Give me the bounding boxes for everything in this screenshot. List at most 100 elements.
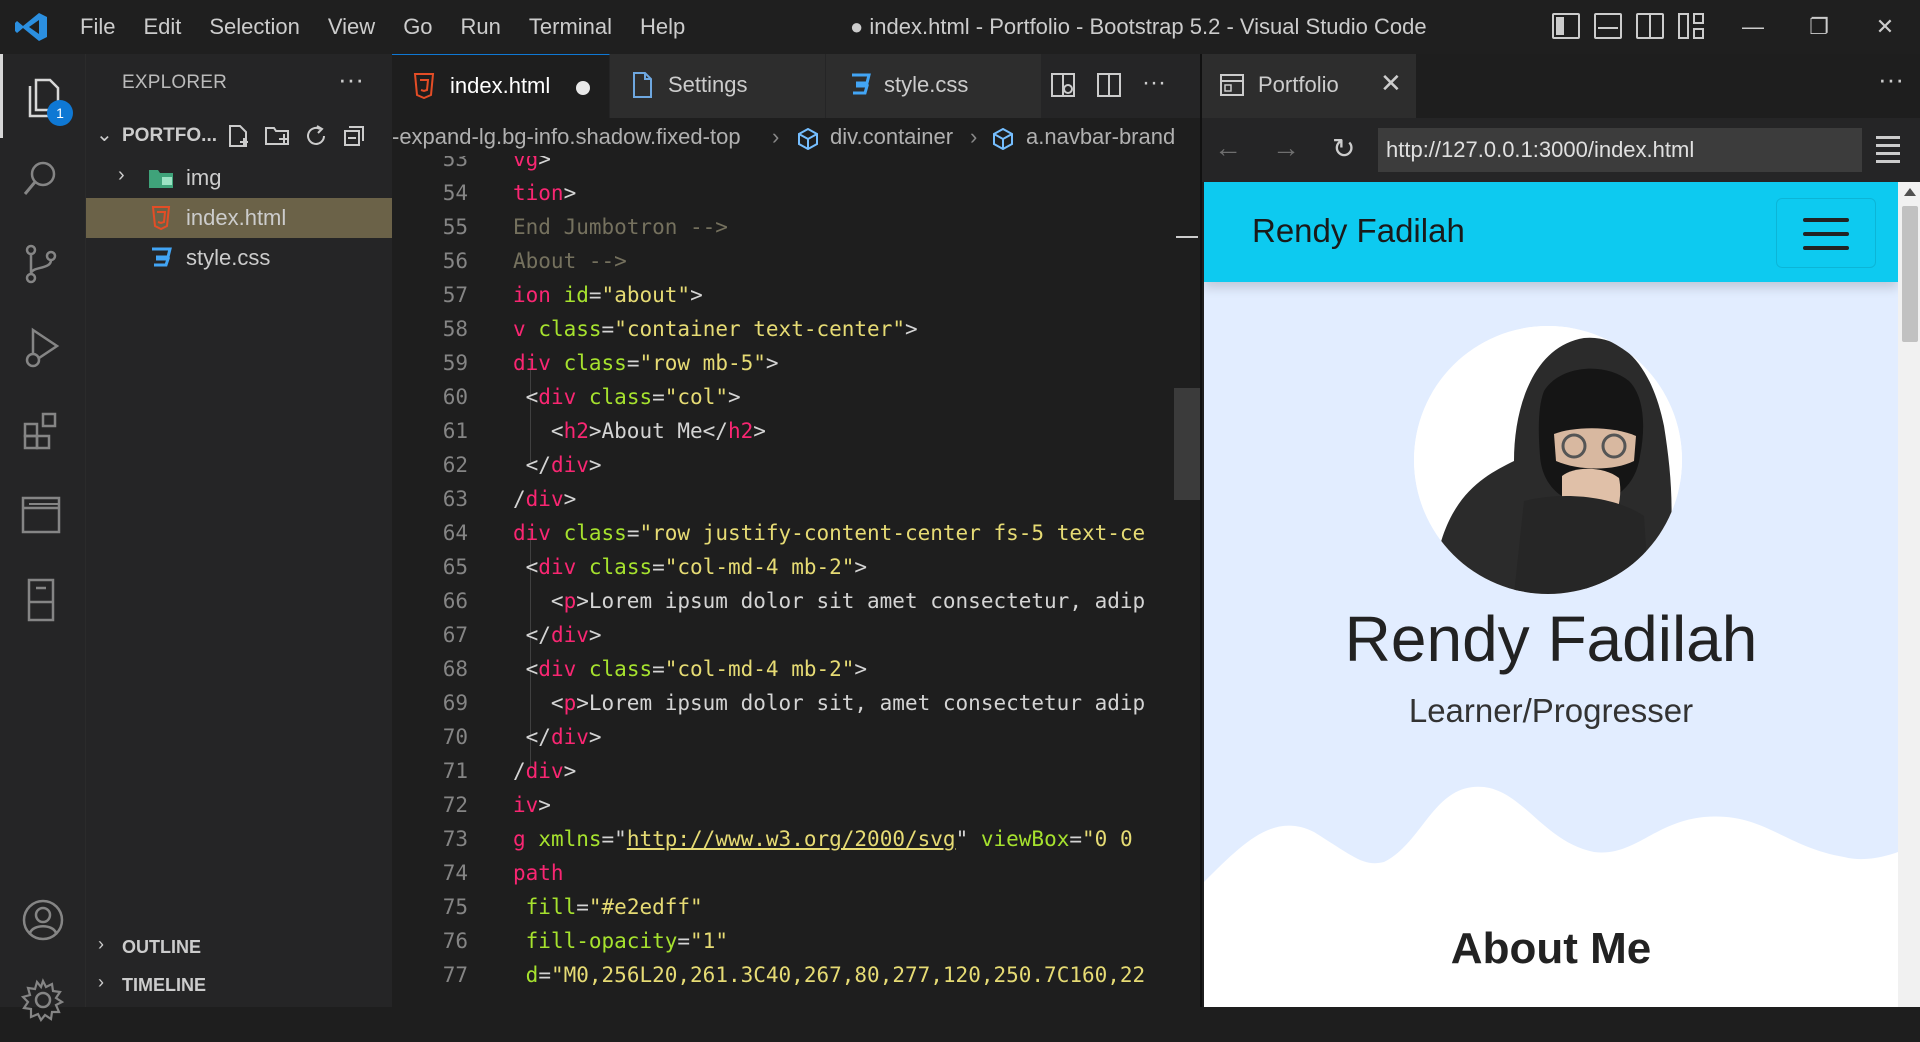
code-token: d xyxy=(525,963,539,987)
chevron-down-icon: ⌄ xyxy=(96,124,113,146)
tab-index-html[interactable]: index.html xyxy=(392,54,610,118)
code-token: div xyxy=(513,521,551,545)
extensions-activity[interactable] xyxy=(0,390,86,474)
minimize-button[interactable]: — xyxy=(1720,0,1786,54)
outline-section-header[interactable]: › OUTLINE xyxy=(86,928,392,966)
menu-file[interactable]: File xyxy=(66,0,129,54)
collapse-folders-icon[interactable] xyxy=(342,124,368,148)
code-token: = xyxy=(601,317,615,341)
code-token: div xyxy=(538,555,577,579)
code-token: < xyxy=(513,657,539,681)
line-number: 57 xyxy=(442,283,468,307)
code-token[interactable]: http://www.w3.org/2000/svg xyxy=(627,827,956,851)
code-line: 59 div class="row mb-5"> xyxy=(392,346,1200,380)
bookmarks-activity[interactable] xyxy=(0,558,86,642)
tree-item-img-folder[interactable]: › img xyxy=(86,158,392,198)
editor-scrollbar-thumb[interactable] xyxy=(1174,388,1200,500)
toggle-panel-icon[interactable] xyxy=(1594,13,1622,39)
code-text: <p>Lorem ipsum dolor sit amet consectetu… xyxy=(513,589,1145,613)
breadcrumb-item[interactable]: div.container xyxy=(830,124,953,150)
line-number: 71 xyxy=(442,759,468,783)
workspace-folder-header[interactable]: ⌄ PORTFO... xyxy=(86,118,392,154)
tab-style-css[interactable]: style.css xyxy=(826,54,1042,118)
explorer-more-button[interactable]: ··· xyxy=(338,64,364,95)
code-line: 53 vg> xyxy=(392,156,1200,176)
menu-view[interactable]: View xyxy=(314,0,389,54)
split-editor-icon[interactable] xyxy=(1096,72,1122,98)
manage-activity[interactable] xyxy=(0,958,86,1042)
tab-portfolio-preview[interactable]: Portfolio ✕ xyxy=(1202,54,1416,118)
source-control-activity[interactable] xyxy=(0,222,86,306)
html-file-icon xyxy=(151,206,171,230)
accounts-activity[interactable] xyxy=(0,878,86,962)
menu-go[interactable]: Go xyxy=(389,0,446,54)
code-token: >Lorem ipsum dolor sit, amet consectetur… xyxy=(576,691,1146,715)
code-token: </ xyxy=(513,453,551,477)
code-text: div class="row justify-content-center fs… xyxy=(513,521,1145,545)
page-scrollbar[interactable] xyxy=(1898,182,1920,1007)
unsaved-dot-icon[interactable] xyxy=(576,81,590,95)
breadcrumb-item[interactable]: a.navbar-brand xyxy=(1026,124,1175,150)
code-token: "col-md-4 mb-2" xyxy=(664,555,855,579)
address-bar[interactable]: http://127.0.0.1:3000/index.html xyxy=(1378,128,1862,172)
scroll-up-arrow-icon[interactable] xyxy=(1904,188,1916,196)
browser-menu-icon[interactable] xyxy=(1876,136,1900,168)
restore-button[interactable]: ❐ xyxy=(1786,0,1852,54)
menu-selection[interactable]: Selection xyxy=(195,0,314,54)
navbar-brand[interactable]: Rendy Fadilah xyxy=(1252,212,1465,250)
open-preview-icon[interactable] xyxy=(1050,72,1076,98)
tree-item-index-html[interactable]: index.html xyxy=(86,198,392,238)
reload-icon[interactable]: ↻ xyxy=(1332,132,1355,165)
preview-more-button[interactable]: ··· xyxy=(1878,64,1904,95)
code-token: tion xyxy=(513,181,564,205)
remote-explorer-icon xyxy=(21,496,61,534)
code-text: About --> xyxy=(513,249,627,273)
menu-run[interactable]: Run xyxy=(447,0,515,54)
back-arrow-icon[interactable]: ← xyxy=(1214,132,1242,164)
code-text: /div> xyxy=(513,759,576,783)
new-folder-icon[interactable] xyxy=(264,124,290,148)
close-window-button[interactable]: ✕ xyxy=(1852,0,1918,54)
code-token: class xyxy=(563,521,627,545)
navbar-toggler-button[interactable] xyxy=(1776,198,1876,268)
customize-layout-icon[interactable] xyxy=(1678,13,1706,39)
page-scrollbar-thumb[interactable] xyxy=(1902,206,1918,342)
refresh-explorer-icon[interactable] xyxy=(304,124,330,148)
tree-item-label: img xyxy=(186,165,222,190)
code-token: = xyxy=(1069,827,1083,851)
close-icon[interactable]: ✕ xyxy=(1380,68,1402,99)
code-token: End Jumbotron --> xyxy=(513,215,728,239)
search-activity[interactable] xyxy=(0,138,86,222)
menu-help[interactable]: Help xyxy=(626,0,699,54)
code-line: 61 <h2>About Me</h2> xyxy=(392,414,1200,448)
menu-terminal[interactable]: Terminal xyxy=(515,0,626,54)
code-token: "0 0 xyxy=(1082,827,1133,851)
toggle-secondary-sidebar-icon[interactable] xyxy=(1636,13,1664,39)
forward-arrow-icon[interactable]: → xyxy=(1272,132,1300,164)
breadcrumb-item[interactable]: -expand-lg.bg-info.shadow.fixed-top xyxy=(392,124,741,150)
code-token: fill xyxy=(525,895,577,919)
editor-more-icon[interactable]: ··· xyxy=(1142,71,1166,98)
toggle-primary-sidebar-icon[interactable] xyxy=(1552,13,1580,39)
tree-item-style-css[interactable]: style.css xyxy=(86,238,392,278)
line-number: 74 xyxy=(442,861,468,885)
run-debug-activity[interactable] xyxy=(0,306,86,390)
menu-edit[interactable]: Edit xyxy=(129,0,195,54)
code-editor[interactable]: 53 vg> 54 tion> 55 End Jumbotron --> 56 About -… xyxy=(392,156,1200,1007)
editor-actions: ··· xyxy=(1050,71,1166,98)
code-token: < xyxy=(513,589,564,613)
code-token: > xyxy=(588,623,602,647)
title-bar: File Edit Selection View Go Run Terminal… xyxy=(0,0,1920,54)
code-text: vg> xyxy=(513,156,551,171)
explorer-activity[interactable]: 1 xyxy=(0,54,86,138)
new-file-icon[interactable] xyxy=(226,124,252,148)
tab-settings[interactable]: Settings xyxy=(610,54,826,118)
remote-explorer-activity[interactable] xyxy=(0,474,86,558)
timeline-section-header[interactable]: › TIMELINE xyxy=(86,966,392,1004)
code-token: = xyxy=(626,351,640,375)
code-token: div xyxy=(550,623,589,647)
